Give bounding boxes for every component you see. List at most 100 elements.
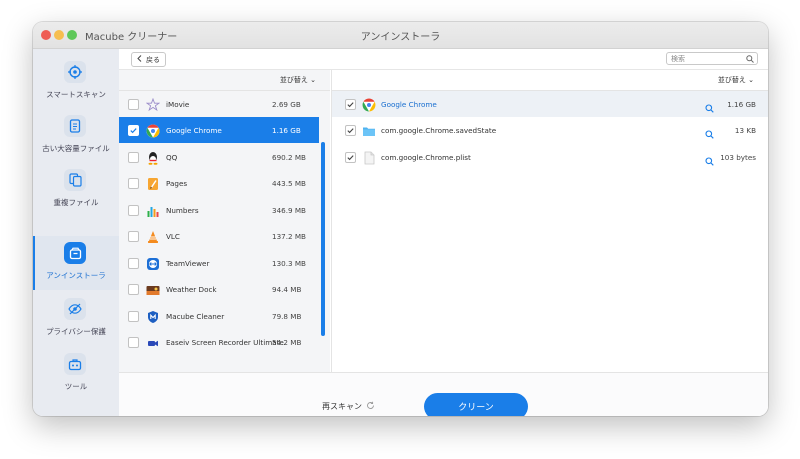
checkbox[interactable] [128,258,139,269]
app-row-vlc[interactable]: VLC 137.2 MB [119,223,319,249]
app-row-pages[interactable]: Pages 443.5 MB [119,170,319,196]
sidebar-item-uninstaller[interactable]: アンインストーラ [33,236,119,290]
app-row-macube-cleaner[interactable]: Macube Cleaner 79.8 MB [119,303,319,329]
app-row-easeiv-screen-recorder[interactable]: Easeiv Screen Recorder Ultimate 54.2 MB [119,329,319,355]
numbers-icon [146,203,160,217]
sidebar-item-privacy[interactable]: プライバシー保護 [33,292,119,346]
back-label: 戻る [146,55,160,64]
sidebar-item-duplicate-files[interactable]: 重複ファイル [33,163,119,217]
app-size: 1.16 GB [272,126,301,135]
clean-button[interactable]: クリーン [424,393,528,416]
file-row[interactable]: Google Chrome 1.16 GB [332,91,768,117]
imovie-icon [145,97,161,112]
sidebar-item-tools[interactable]: ツール [33,347,119,401]
app-list-pane: 並び替え ⌄ iMovie 2.69 GB Google Chrome 1.16… [119,70,330,372]
sidebar-item-large-old-files[interactable]: 古い大容量ファイル [33,109,119,163]
weather-dock-icon [146,282,160,296]
target-icon [64,61,86,83]
app-name: QQ [166,153,178,162]
file-icon [362,150,376,165]
toolbox-icon [64,353,86,375]
app-name: Pages [166,179,188,188]
window-title: アンインストーラ [360,32,441,43]
sidebar: スマートスキャン 古い大容量ファイル 重複ファイル アンインストーラ プライバシ… [33,49,119,416]
checkbox-checked[interactable] [345,99,356,110]
sort-button[interactable]: 並び替え ⌄ [280,75,316,85]
checkbox[interactable] [128,99,139,110]
file-list-header: 並び替え ⌄ [332,70,768,91]
app-row-numbers[interactable]: Numbers 346.9 MB [119,197,319,223]
file-name: Google Chrome [381,100,437,109]
sidebar-item-smart-scan[interactable]: スマートスキャン [33,55,119,109]
file-size: 1.16 GB [727,100,756,109]
app-name: TeamViewer [166,259,210,268]
eye-off-icon [64,298,86,320]
file-size: 103 bytes [720,153,756,162]
sidebar-item-label: プライバシー保護 [46,327,106,336]
search-icon[interactable] [705,124,714,143]
app-row-imovie[interactable]: iMovie 2.69 GB [119,91,319,117]
app-size: 130.3 MB [272,259,306,268]
app-row-google-chrome[interactable]: Google Chrome 1.16 GB [119,117,319,143]
app-list-header: 並び替え ⌄ [119,70,330,91]
vlc-icon [146,229,160,243]
back-button[interactable]: 戻る [131,52,166,67]
sidebar-item-label: 重複ファイル [53,198,99,207]
search-icon[interactable] [705,98,714,117]
app-size: 137.2 MB [272,232,306,241]
file-row[interactable]: com.google.Chrome.plist 103 bytes [332,144,768,170]
chrome-icon [362,97,376,112]
app-window: Macube クリーナー アンインストーラ スマートスキャン 古い大容量ファイル… [33,22,768,416]
app-row-teamviewer[interactable]: TeamViewer 130.3 MB [119,250,319,276]
app-row-weather-dock[interactable]: Weather Dock 94.4 MB [119,276,319,302]
app-name: Easeiv Screen Recorder Ultimate [166,338,284,347]
app-size: 94.4 MB [272,285,302,294]
sort-button[interactable]: 並び替え ⌄ [718,75,754,85]
rescan-button[interactable]: 再スキャン [322,401,375,412]
teamviewer-icon [146,256,160,270]
sidebar-item-label: スマートスキャン [46,90,106,99]
checkbox[interactable] [128,311,139,322]
app-size: 346.9 MB [272,206,306,215]
toolbar: 戻る 検索 [119,49,768,70]
macube-cleaner-icon [146,309,160,323]
screen-recorder-icon [146,335,160,349]
app-size: 54.2 MB [272,338,302,347]
checkbox-checked[interactable] [128,125,139,136]
duplicate-icon [64,169,86,191]
document-icon [64,115,86,137]
file-row[interactable]: com.google.Chrome.savedState 13 KB [332,117,768,143]
search-input[interactable]: 検索 [666,52,758,65]
app-size: 443.5 MB [272,179,306,188]
app-list-scrollbar[interactable] [321,142,325,336]
sidebar-item-label: ツール [64,382,88,391]
checkbox[interactable] [128,284,139,295]
qq-icon [146,150,160,165]
main-content: 戻る 検索 並び替え ⌄ iMovie 2.69 GB Google Chrom… [119,49,768,416]
checkbox-checked[interactable] [345,152,356,163]
checkbox[interactable] [128,205,139,216]
checkbox[interactable] [128,231,139,242]
chrome-icon [146,123,160,138]
footer: 再スキャン クリーン [119,372,768,416]
sidebar-item-label: 古い大容量ファイル [42,144,110,153]
app-size: 690.2 MB [272,153,306,162]
checkbox[interactable] [128,178,139,189]
package-icon [64,242,86,264]
app-name: Weather Dock [166,285,217,294]
checkbox-checked[interactable] [345,125,356,136]
file-size: 13 KB [734,126,756,135]
checkbox[interactable] [128,152,139,163]
title-bar: Macube クリーナー アンインストーラ [33,22,768,49]
sidebar-item-label: アンインストーラ [46,271,106,280]
search-icon[interactable] [705,151,714,170]
file-name: com.google.Chrome.savedState [381,126,497,135]
search-placeholder: 検索 [671,55,685,63]
app-size: 2.69 GB [272,100,301,109]
app-name: Macube Cleaner [166,312,225,321]
app-row-qq[interactable]: QQ 690.2 MB [119,144,319,170]
pages-icon [146,176,160,190]
checkbox[interactable] [128,337,139,348]
file-name: com.google.Chrome.plist [381,153,471,162]
app-size: 79.8 MB [272,312,302,321]
